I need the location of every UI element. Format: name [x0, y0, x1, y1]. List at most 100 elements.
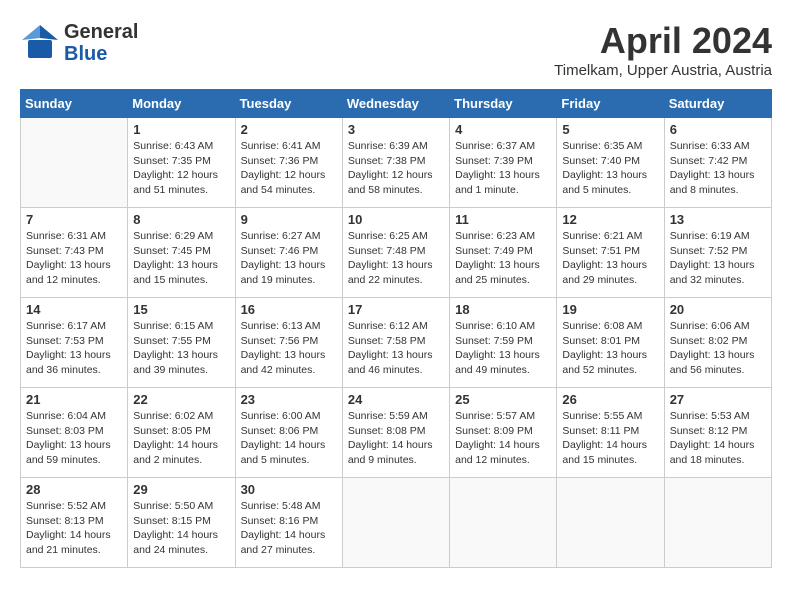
day-info: Sunrise: 5:48 AMSunset: 8:16 PMDaylight:… [241, 499, 337, 558]
day-number: 11 [455, 212, 551, 227]
day-number: 26 [562, 392, 658, 407]
day-info: Sunrise: 6:15 AMSunset: 7:55 PMDaylight:… [133, 319, 229, 378]
calendar-cell: 15 Sunrise: 6:15 AMSunset: 7:55 PMDayligh… [128, 298, 235, 388]
day-number: 5 [562, 122, 658, 137]
calendar-cell: 13Sunrise: 6:19 AMSunset: 7:52 PMDayligh… [664, 208, 771, 298]
day-number: 22 [133, 392, 229, 407]
calendar-cell: 14 Sunrise: 6:17 AMSunset: 7:53 PMDayligh… [21, 298, 128, 388]
day-info: Sunrise: 5:55 AMSunset: 8:11 PMDaylight:… [562, 409, 658, 468]
page-header: General Blue April 2024 Timelkam, Upper … [20, 20, 772, 79]
weekday-header-tuesday: Tuesday [235, 90, 342, 118]
calendar-cell: 21 Sunrise: 6:04 AMSunset: 8:03 PMDayligh… [21, 388, 128, 478]
day-number: 9 [241, 212, 337, 227]
day-info: Sunrise: 5:50 AMSunset: 8:15 PMDaylight:… [133, 499, 229, 558]
calendar-cell: 28Sunrise: 5:52 AMSunset: 8:13 PMDayligh… [21, 478, 128, 568]
day-number: 20 [670, 302, 766, 317]
calendar-cell: 27 Sunrise: 5:53 AMSunset: 8:12 PMDayligh… [664, 388, 771, 478]
weekday-header-wednesday: Wednesday [342, 90, 449, 118]
day-info: Sunrise: 6:37 AMSunset: 7:39 PMDaylight:… [455, 139, 551, 198]
weekday-header-saturday: Saturday [664, 90, 771, 118]
calendar-cell: 16 Sunrise: 6:13 AMSunset: 7:56 PMDayligh… [235, 298, 342, 388]
day-number: 27 [670, 392, 766, 407]
day-info: Sunrise: 6:13 AMSunset: 7:56 PMDaylight:… [241, 319, 337, 378]
day-info: Sunrise: 6:04 AMSunset: 8:03 PMDaylight:… [26, 409, 122, 468]
day-info: Sunrise: 6:43 AMSunset: 7:35 PMDaylight:… [133, 139, 229, 198]
calendar-cell: 17 Sunrise: 6:12 AMSunset: 7:58 PMDayligh… [342, 298, 449, 388]
logo: General Blue [20, 20, 138, 65]
day-info: Sunrise: 6:17 AMSunset: 7:53 PMDaylight:… [26, 319, 122, 378]
calendar-cell: 24Sunrise: 5:59 AMSunset: 8:08 PMDayligh… [342, 388, 449, 478]
calendar-cell: 26 Sunrise: 5:55 AMSunset: 8:11 PMDayligh… [557, 388, 664, 478]
calendar-cell [557, 478, 664, 568]
day-number: 2 [241, 122, 337, 137]
calendar-cell: 8 Sunrise: 6:29 AMSunset: 7:45 PMDaylight… [128, 208, 235, 298]
day-info: Sunrise: 6:29 AMSunset: 7:45 PMDaylight:… [133, 229, 229, 288]
day-number: 23 [241, 392, 337, 407]
day-number: 25 [455, 392, 551, 407]
day-info: Sunrise: 5:53 AMSunset: 8:12 PMDaylight:… [670, 409, 766, 468]
day-number: 14 [26, 302, 122, 317]
day-info: Sunrise: 6:35 AMSunset: 7:40 PMDaylight:… [562, 139, 658, 198]
calendar-cell: 10 Sunrise: 6:25 AMSunset: 7:48 PMDayligh… [342, 208, 449, 298]
title-block: April 2024 Timelkam, Upper Austria, Aust… [554, 20, 772, 79]
calendar-cell: 4 Sunrise: 6:37 AMSunset: 7:39 PMDaylight… [450, 118, 557, 208]
day-info: Sunrise: 6:02 AMSunset: 8:05 PMDaylight:… [133, 409, 229, 468]
day-info: Sunrise: 5:59 AMSunset: 8:08 PMDaylight:… [348, 409, 444, 468]
calendar-cell: 3 Sunrise: 6:39 AMSunset: 7:38 PMDaylight… [342, 118, 449, 208]
day-number: 18 [455, 302, 551, 317]
calendar-cell: 5 Sunrise: 6:35 AMSunset: 7:40 PMDaylight… [557, 118, 664, 208]
calendar-cell: 18Sunrise: 6:10 AMSunset: 7:59 PMDayligh… [450, 298, 557, 388]
day-info: Sunrise: 6:21 AMSunset: 7:51 PMDaylight:… [562, 229, 658, 288]
weekday-header-thursday: Thursday [450, 90, 557, 118]
day-number: 7 [26, 212, 122, 227]
calendar-cell: 29 Sunrise: 5:50 AMSunset: 8:15 PMDayligh… [128, 478, 235, 568]
calendar-cell [21, 118, 128, 208]
day-info: Sunrise: 6:39 AMSunset: 7:38 PMDaylight:… [348, 139, 444, 198]
day-number: 17 [348, 302, 444, 317]
calendar-cell: 23 Sunrise: 6:00 AMSunset: 8:06 PMDayligh… [235, 388, 342, 478]
calendar-cell: 7 Sunrise: 6:31 AMSunset: 7:43 PMDaylight… [21, 208, 128, 298]
day-number: 3 [348, 122, 444, 137]
day-number: 16 [241, 302, 337, 317]
day-info: Sunrise: 6:27 AMSunset: 7:46 PMDaylight:… [241, 229, 337, 288]
month-title: April 2024 [554, 20, 772, 62]
day-number: 15 [133, 302, 229, 317]
day-info: Sunrise: 6:23 AMSunset: 7:49 PMDaylight:… [455, 229, 551, 288]
day-number: 19 [562, 302, 658, 317]
calendar-cell: 2 Sunrise: 6:41 AMSunset: 7:36 PMDaylight… [235, 118, 342, 208]
day-info: Sunrise: 6:31 AMSunset: 7:43 PMDaylight:… [26, 229, 122, 288]
calendar-cell: 20Sunrise: 6:06 AMSunset: 8:02 PMDayligh… [664, 298, 771, 388]
calendar-cell [664, 478, 771, 568]
day-number: 4 [455, 122, 551, 137]
calendar-cell: 22 Sunrise: 6:02 AMSunset: 8:05 PMDayligh… [128, 388, 235, 478]
calendar-cell: 9 Sunrise: 6:27 AMSunset: 7:46 PMDaylight… [235, 208, 342, 298]
day-info: Sunrise: 5:52 AMSunset: 8:13 PMDaylight:… [26, 499, 122, 558]
day-number: 8 [133, 212, 229, 227]
calendar-cell [450, 478, 557, 568]
day-info: Sunrise: 6:33 AMSunset: 7:42 PMDaylight:… [670, 139, 766, 198]
weekday-header-sunday: Sunday [21, 90, 128, 118]
logo-text: General Blue [64, 21, 138, 65]
day-number: 29 [133, 482, 229, 497]
day-number: 21 [26, 392, 122, 407]
weekday-header-friday: Friday [557, 90, 664, 118]
day-number: 12 [562, 212, 658, 227]
day-info: Sunrise: 6:41 AMSunset: 7:36 PMDaylight:… [241, 139, 337, 198]
day-number: 13 [670, 212, 766, 227]
day-info: Sunrise: 6:12 AMSunset: 7:58 PMDaylight:… [348, 319, 444, 378]
day-info: Sunrise: 6:25 AMSunset: 7:48 PMDaylight:… [348, 229, 444, 288]
calendar-cell [342, 478, 449, 568]
calendar-cell: 11 Sunrise: 6:23 AMSunset: 7:49 PMDayligh… [450, 208, 557, 298]
calendar-cell: 19 Sunrise: 6:08 AMSunset: 8:01 PMDayligh… [557, 298, 664, 388]
logo-icon [20, 20, 60, 65]
calendar-cell: 12 Sunrise: 6:21 AMSunset: 7:51 PMDayligh… [557, 208, 664, 298]
location: Timelkam, Upper Austria, Austria [554, 62, 772, 79]
calendar-cell: 1Sunrise: 6:43 AMSunset: 7:35 PMDaylight… [128, 118, 235, 208]
day-number: 10 [348, 212, 444, 227]
day-info: Sunrise: 6:08 AMSunset: 8:01 PMDaylight:… [562, 319, 658, 378]
day-info: Sunrise: 5:57 AMSunset: 8:09 PMDaylight:… [455, 409, 551, 468]
day-number: 6 [670, 122, 766, 137]
day-info: Sunrise: 6:00 AMSunset: 8:06 PMDaylight:… [241, 409, 337, 468]
calendar-cell: 6 Sunrise: 6:33 AMSunset: 7:42 PMDaylight… [664, 118, 771, 208]
calendar-cell: 25 Sunrise: 5:57 AMSunset: 8:09 PMDayligh… [450, 388, 557, 478]
